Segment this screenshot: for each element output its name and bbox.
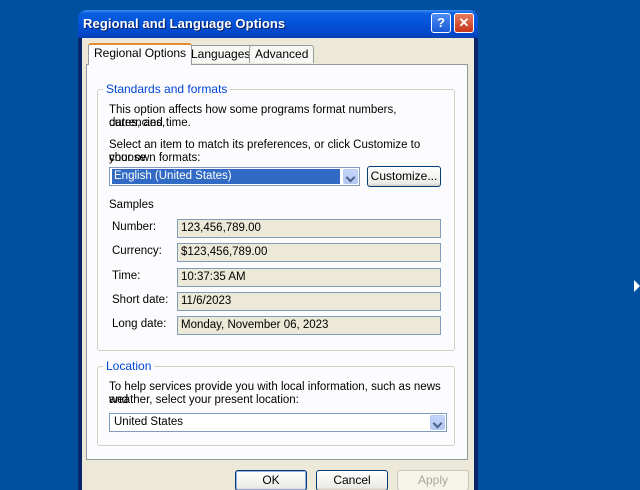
dialog-client-area: Regional Options Languages Advanced Stan…: [82, 38, 474, 490]
sample-label-long-date: Long date:: [112, 318, 167, 330]
format-select[interactable]: English (United States): [109, 167, 360, 186]
close-button[interactable]: ✕: [454, 13, 474, 33]
chevron-down-icon[interactable]: [430, 415, 445, 430]
apply-button[interactable]: Apply: [397, 470, 469, 490]
location-description-line2: weather, select your present location:: [109, 394, 299, 406]
window-title: Regional and Language Options: [83, 16, 286, 31]
standards-formats-group: Standards and formats This option affect…: [97, 82, 455, 351]
standards-description-line2: dates, and time.: [109, 117, 191, 129]
sample-label-short-date: Short date:: [112, 294, 169, 306]
sample-value-short-date: 11/6/2023: [177, 292, 441, 311]
location-select[interactable]: United States: [109, 413, 447, 432]
location-select-value: United States: [114, 416, 184, 428]
format-select-value: English (United States): [111, 168, 341, 185]
sample-value-time: 10:37:35 AM: [177, 268, 441, 287]
sample-value-long-date: Monday, November 06, 2023: [177, 316, 441, 335]
samples-heading: Samples: [109, 199, 154, 211]
help-button[interactable]: ?: [431, 13, 451, 33]
tab-regional-options[interactable]: Regional Options: [88, 43, 193, 65]
mouse-cursor-icon: [634, 280, 640, 292]
sample-value-number: 123,456,789.00: [177, 219, 441, 238]
tab-languages[interactable]: Languages: [185, 45, 257, 63]
regional-options-panel: Standards and formats This option affect…: [86, 64, 468, 460]
cancel-button[interactable]: Cancel: [316, 470, 388, 490]
tab-advanced[interactable]: Advanced: [249, 45, 315, 63]
sample-label-number: Number:: [112, 221, 157, 233]
sample-label-currency: Currency:: [112, 245, 162, 257]
customize-button[interactable]: Customize...: [367, 166, 441, 187]
sample-label-time: Time:: [112, 270, 141, 282]
location-group: Location To help services provide you wi…: [97, 359, 455, 446]
regional-language-dialog: Regional and Language Options ? ✕ Region…: [78, 10, 478, 490]
standards-formats-legend: Standards and formats: [103, 82, 231, 96]
title-bar[interactable]: Regional and Language Options ? ✕: [78, 10, 478, 38]
chevron-down-icon[interactable]: [343, 169, 358, 184]
sample-value-currency: $123,456,789.00: [177, 243, 441, 262]
standards-instruction-line2: your own formats:: [109, 152, 201, 164]
ok-button[interactable]: OK: [235, 470, 307, 490]
location-legend: Location: [103, 359, 155, 373]
